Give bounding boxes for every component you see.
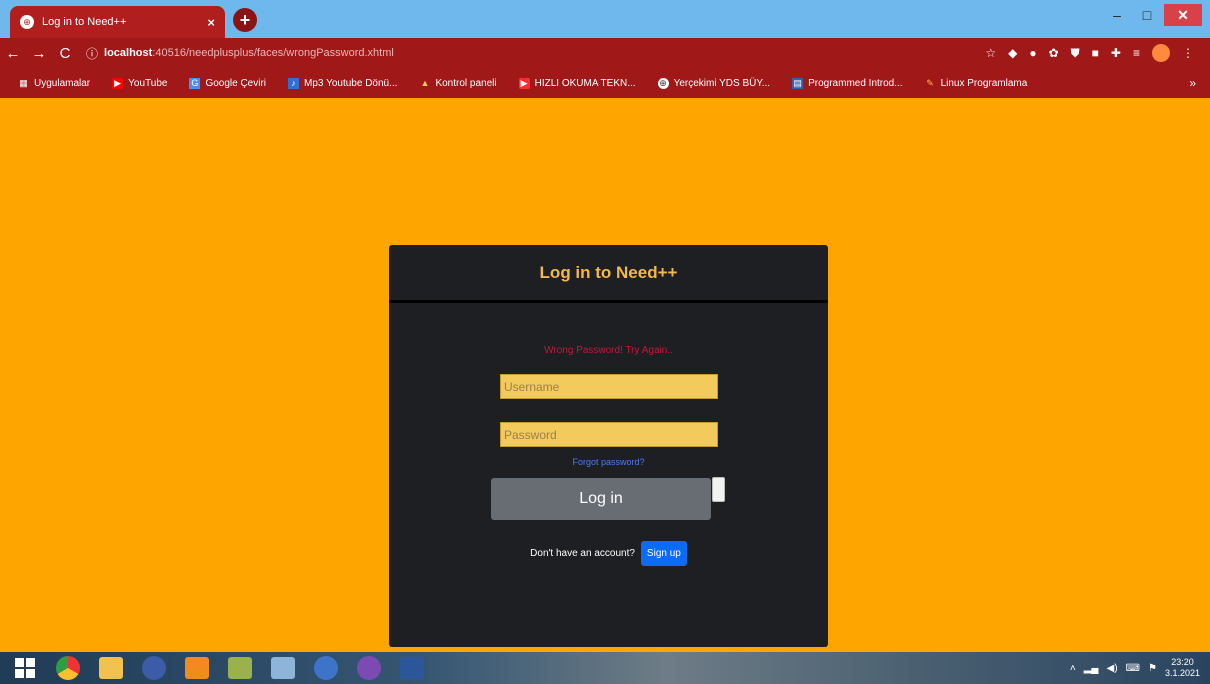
back-button[interactable]: ← <box>0 45 26 62</box>
system-tray: ˄ ▂▄ ◀) ⌨ ⚑ 23:20 3.1.2021 <box>1070 652 1200 684</box>
start-button[interactable] <box>7 654 43 682</box>
extension-drop-icon[interactable]: ● <box>1029 46 1036 60</box>
reload-button[interactable]: C <box>52 45 78 62</box>
app-grid-icon <box>228 657 252 679</box>
extensions-area: ☆ ◆ ● ✿ ⛊ ■ ✚ ≡ ⋮ <box>985 38 1210 68</box>
bookmark-star-icon[interactable]: ☆ <box>985 46 996 60</box>
cloud-icon <box>314 656 338 680</box>
close-window-button[interactable]: ✕ <box>1164 4 1202 26</box>
tab-close-icon[interactable]: × <box>207 15 215 30</box>
browser-titlebar: ⊕ Log in to Need++ × + – □ ✕ <box>0 0 1210 38</box>
flag-icon[interactable]: ⚑ <box>1148 663 1157 674</box>
word-button[interactable] <box>394 654 430 682</box>
youtube-icon: ▶ <box>112 77 124 89</box>
apps-grid-icon: ▦ <box>19 77 28 88</box>
chrome-icon <box>56 656 80 680</box>
info-icon[interactable]: ⓘ <box>86 45 98 62</box>
extension-leaf-icon[interactable]: ✿ <box>1049 46 1059 60</box>
clock-time: 23:20 <box>1171 657 1194 667</box>
eclipse-button[interactable] <box>136 654 172 682</box>
profile-avatar[interactable] <box>1152 44 1170 62</box>
clock[interactable]: 23:20 3.1.2021 <box>1165 657 1200 679</box>
login-card: Log in to Need++ Wrong Password! Try Aga… <box>389 245 828 647</box>
reading-list-icon[interactable]: ≡ <box>1133 46 1140 60</box>
page-icon: ▤ <box>792 77 804 89</box>
bookmarks-overflow-button[interactable]: » <box>1189 68 1196 98</box>
bookmark-item[interactable]: ▶ YouTube <box>112 77 167 89</box>
maximize-button[interactable]: □ <box>1132 4 1162 26</box>
extension-cube-icon[interactable]: ◆ <box>1008 46 1017 60</box>
bookmark-item[interactable]: G Google Çeviri <box>189 77 266 89</box>
signup-button[interactable]: Sign up <box>640 541 687 566</box>
bookmark-item[interactable]: ▶ HIZLI OKUMA TEKN... <box>518 77 636 89</box>
cat-app-button[interactable] <box>351 654 387 682</box>
forward-button[interactable]: → <box>26 45 52 62</box>
tab-title: Log in to Need++ <box>42 16 127 28</box>
signup-row: Don't have an account? Sign up <box>389 541 828 566</box>
browser-toolbar: ← → C ⓘ localhost :40516/needplusplus/fa… <box>0 38 1210 68</box>
google-translate-icon: G <box>189 77 201 89</box>
error-message: Wrong Password! Try Again.. <box>544 345 673 356</box>
url-path: :40516/needplusplus/faces/wrongPassword.… <box>152 47 394 59</box>
cloud-button[interactable] <box>308 654 344 682</box>
extension-shield-icon[interactable]: ⛊ <box>1071 46 1080 61</box>
browser-tab[interactable]: ⊕ Log in to Need++ × <box>10 6 225 38</box>
scroll-handle[interactable] <box>712 477 725 502</box>
bookmark-item[interactable]: ▦ Uygulamalar <box>18 78 90 89</box>
minimize-button[interactable]: – <box>1102 4 1132 26</box>
extensions-puzzle-icon[interactable]: ✚ <box>1111 46 1121 60</box>
bookmark-item[interactable]: ♪ Mp3 Youtube Dönü... <box>288 77 397 89</box>
file-explorer-button[interactable] <box>93 654 129 682</box>
new-tab-button[interactable]: + <box>233 8 257 32</box>
bookmark-item[interactable]: ⊕ Yerçekimi YDS BÜY... <box>657 77 770 89</box>
cube-icon <box>271 657 295 679</box>
login-title: Log in to Need++ <box>539 262 678 282</box>
clock-date: 3.1.2021 <box>1164 668 1200 678</box>
bookmarks-bar: ▦ Uygulamalar ▶ YouTube G Google Çeviri ♪ Mp… <box>0 68 1210 98</box>
chrome-taskbar-button[interactable] <box>50 654 86 682</box>
login-card-header: Log in to Need++ <box>389 245 828 303</box>
bookmark-item[interactable]: ✎ Linux Programlama <box>925 77 1027 89</box>
virtualbox-button[interactable] <box>265 654 301 682</box>
sublime-icon <box>185 657 209 679</box>
control-panel-icon: ▲ <box>420 77 430 88</box>
bookmark-item[interactable]: ▲ Kontrol paneli <box>419 78 496 89</box>
globe-icon: ⊕ <box>20 15 34 29</box>
network-icon[interactable]: ▂▄ <box>1084 663 1099 674</box>
mp3-icon: ♪ <box>288 77 300 89</box>
address-bar[interactable]: ⓘ localhost :40516/needplusplus/faces/wr… <box>86 45 394 62</box>
tray-arrow-icon[interactable]: ˄ <box>1070 663 1076 674</box>
url-host: localhost <box>104 47 153 59</box>
volume-icon[interactable]: ◀) <box>1107 663 1118 674</box>
username-input[interactable] <box>500 374 718 399</box>
sublime-button[interactable] <box>179 654 215 682</box>
no-account-text: Don't have an account? <box>530 548 635 559</box>
reading-icon: ▶ <box>518 77 530 89</box>
globe-icon: ⊕ <box>657 77 669 89</box>
windows-logo-icon <box>15 658 35 678</box>
taskbar: ˄ ▂▄ ◀) ⌨ ⚑ 23:20 3.1.2021 <box>0 652 1210 684</box>
menu-kebab-icon[interactable]: ⋮ <box>1182 46 1194 60</box>
cat-icon <box>357 656 381 680</box>
forgot-password-link[interactable]: Forgot password? <box>389 457 828 467</box>
word-icon <box>400 657 424 679</box>
bookmark-item[interactable]: ▤ Programmed Introd... <box>792 77 903 89</box>
folder-icon <box>99 657 123 679</box>
app-button[interactable] <box>222 654 258 682</box>
keyboard-icon[interactable]: ⌨ <box>1126 663 1140 674</box>
linux-icon: ✎ <box>926 77 934 88</box>
password-input[interactable] <box>500 422 718 447</box>
eclipse-icon <box>142 656 166 680</box>
login-button[interactable]: Log in <box>491 478 711 520</box>
extension-square-icon[interactable]: ■ <box>1092 46 1099 60</box>
